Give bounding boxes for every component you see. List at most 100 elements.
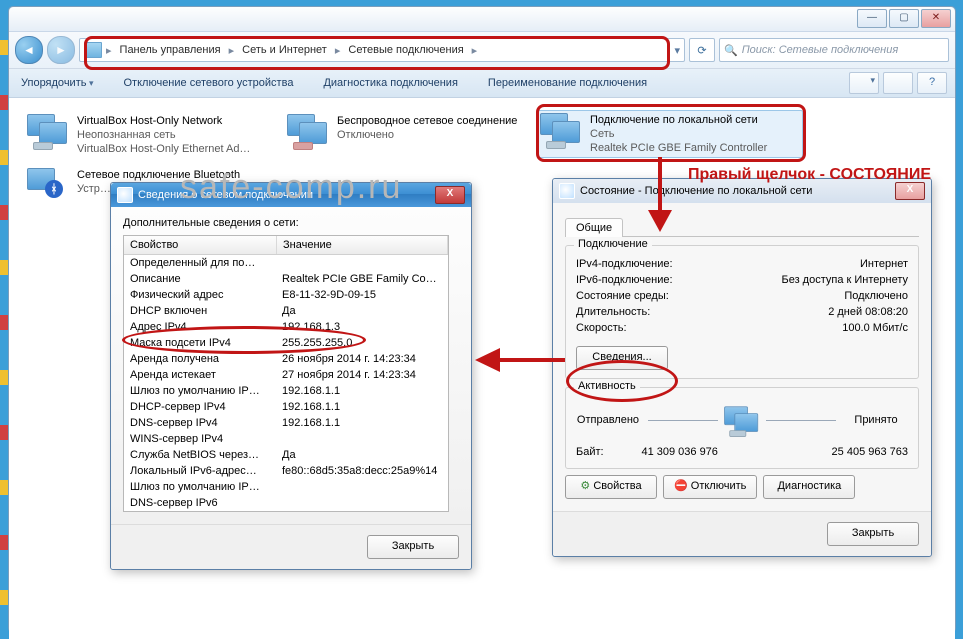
table-row[interactable]: DHCP включенДа (124, 303, 448, 319)
properties-button[interactable]: ⚙ Свойства (565, 475, 657, 499)
help-button[interactable]: ? (917, 72, 947, 94)
cell-value (276, 479, 448, 495)
table-row[interactable]: Аренда истекает27 ноября 2014 г. 14:23:3… (124, 367, 448, 383)
cell-value: 192.168.1.1 (276, 415, 448, 431)
maximize-button[interactable]: ▢ (889, 9, 919, 28)
dialog-titlebar[interactable]: Сведения о сетевом подключении X (111, 183, 471, 207)
back-button[interactable]: ◄ (15, 36, 43, 64)
table-row[interactable]: Шлюз по умолчанию IP…192.168.1.1 (124, 383, 448, 399)
disable-device-cmd[interactable]: Отключение сетевого устройства (120, 75, 298, 91)
breadcrumb-item[interactable]: Сетевые подключения (344, 42, 467, 58)
cell-value: 192.168.1.3 (276, 319, 448, 335)
value-ipv4: Интернет (860, 258, 908, 270)
window-titlebar[interactable]: — ▢ ✕ (9, 7, 955, 32)
connection-title: Сетевое подключение Bluetooth (77, 168, 240, 182)
cell-property: Адрес IPv4 (124, 319, 276, 335)
connection-item[interactable]: VirtualBox Host-Only Network Неопознанна… (27, 114, 267, 156)
table-row[interactable]: ОписаниеRealtek PCIe GBE Family Controll… (124, 271, 448, 287)
network-adapter-icon (27, 114, 69, 146)
command-bar: Упорядочить Отключение сетевого устройст… (9, 69, 955, 98)
table-row[interactable]: Адрес IPv4192.168.1.3 (124, 319, 448, 335)
connection-status-dialog: Состояние - Подключение по локальной сет… (552, 178, 932, 557)
diagnose-button[interactable]: Диагностика (763, 475, 855, 499)
connection-title: VirtualBox Host-Only Network (77, 114, 250, 128)
table-row[interactable]: Служба NetBIOS через…Да (124, 447, 448, 463)
close-button[interactable]: Закрыть (367, 535, 459, 559)
cell-property: Маска подсети IPv4 (124, 335, 276, 351)
close-button[interactable]: X (895, 182, 925, 200)
column-header-property[interactable]: Свойство (124, 236, 277, 254)
table-row[interactable]: Аренда получена26 ноября 2014 г. 14:23:3… (124, 351, 448, 367)
cell-property: Описание (124, 271, 276, 287)
table-row[interactable]: Локальный IPv6-адрес…fe80::68d5:35a8:dec… (124, 463, 448, 479)
dialog-title: Состояние - Подключение по локальной сет… (580, 185, 812, 197)
details-table: Свойство Значение Определенный для по…Оп… (123, 235, 449, 512)
label-duration: Длительность: (576, 306, 650, 318)
network-details-dialog: Сведения о сетевом подключении X Дополни… (110, 182, 472, 570)
value-ipv6: Без доступа к Интернету (781, 274, 908, 286)
tab-general[interactable]: Общие (565, 218, 623, 237)
column-header-value[interactable]: Значение (277, 236, 448, 254)
table-row[interactable]: Физический адресE8-11-32-9D-09-15 (124, 287, 448, 303)
table-row[interactable]: WINS-сервер IPv4 (124, 431, 448, 447)
arrow-left-icon (648, 420, 718, 421)
cell-value: Да (276, 303, 448, 319)
cell-value: 255.255.255.0 (276, 335, 448, 351)
value-media: Подключено (844, 290, 908, 302)
breadcrumb-item[interactable]: Сеть и Интернет (238, 42, 331, 58)
close-button[interactable]: ✕ (921, 9, 951, 28)
chevron-right-icon: ▸ (229, 44, 235, 57)
preview-pane-button[interactable] (883, 72, 913, 94)
connection-status: Неопознанная сеть (77, 128, 250, 142)
cell-property: Физический адрес (124, 287, 276, 303)
label-ipv6: IPv6-подключение: (576, 274, 673, 286)
breadcrumb-item[interactable]: Панель управления (116, 42, 225, 58)
label-speed: Скорость: (576, 322, 627, 334)
label-received: Принято (844, 414, 908, 426)
label-media: Состояние среды: (576, 290, 669, 302)
disable-button[interactable]: ⛔ Отключить (663, 475, 757, 499)
cell-property: DNS-сервер IPv6 (124, 495, 276, 511)
cell-property: WINS-сервер IPv4 (124, 431, 276, 447)
group-title: Подключение (574, 238, 652, 250)
cell-property: DHCP включен (124, 303, 276, 319)
search-input[interactable]: 🔍 Поиск: Сетевые подключения (719, 38, 949, 62)
cell-property: Шлюз по умолчанию IP… (124, 479, 276, 495)
diagnose-cmd[interactable]: Диагностика подключения (319, 75, 461, 91)
cell-property: Служба NetBIOS через… (124, 447, 276, 463)
wireless-icon (287, 114, 329, 146)
cell-value: 192.168.1.1 (276, 399, 448, 415)
cell-value: fe80::68d5:35a8:decc:25a9%14 (276, 463, 448, 479)
chevron-right-icon: ▸ (335, 44, 341, 57)
cell-property: Шлюз по умолчанию IP… (124, 383, 276, 399)
cell-property: Локальный IPv6-адрес… (124, 463, 276, 479)
connection-item[interactable]: Беспроводное сетевое соединение Отключен… (287, 114, 527, 146)
close-button[interactable]: Закрыть (827, 522, 919, 546)
refresh-button[interactable]: ⟳ (689, 38, 715, 62)
table-row[interactable]: DNS-сервер IPv4192.168.1.1 (124, 415, 448, 431)
details-button[interactable]: Сведения... (576, 346, 668, 370)
search-placeholder: Поиск: Сетевые подключения (742, 44, 899, 56)
table-row[interactable]: Определенный для по… (124, 255, 448, 271)
taskbar-stripe (0, 0, 8, 639)
organize-menu[interactable]: Упорядочить (17, 75, 98, 91)
breadcrumb-bar[interactable]: ▸ Панель управления ▸ Сеть и Интернет ▸ … (79, 38, 685, 62)
connection-item-selected[interactable]: Подключение по локальной сети Сеть Realt… (537, 110, 803, 158)
table-row[interactable]: DHCP-сервер IPv4192.168.1.1 (124, 399, 448, 415)
chevron-down-icon[interactable]: ▾ (674, 44, 680, 57)
minimize-button[interactable]: — (857, 9, 887, 28)
value-bytes-recv: 25 405 963 763 (756, 446, 908, 458)
table-row[interactable]: Маска подсети IPv4255.255.255.0 (124, 335, 448, 351)
close-button[interactable]: X (435, 186, 465, 204)
forward-button[interactable]: ► (47, 36, 75, 64)
view-menu[interactable]: ▾ (849, 72, 879, 94)
table-row[interactable]: DNS-сервер IPv6 (124, 495, 448, 511)
dialog-titlebar[interactable]: Состояние - Подключение по локальной сет… (553, 179, 931, 203)
cell-value: 27 ноября 2014 г. 14:23:34 (276, 367, 448, 383)
rename-cmd[interactable]: Переименование подключения (484, 75, 651, 91)
tab-strip: Общие (565, 217, 919, 237)
cell-value (276, 255, 448, 271)
group-connection: Подключение IPv4-подключение:Интернет IP… (565, 245, 919, 379)
table-row[interactable]: Шлюз по умолчанию IP… (124, 479, 448, 495)
cell-property: DNS-сервер IPv4 (124, 415, 276, 431)
